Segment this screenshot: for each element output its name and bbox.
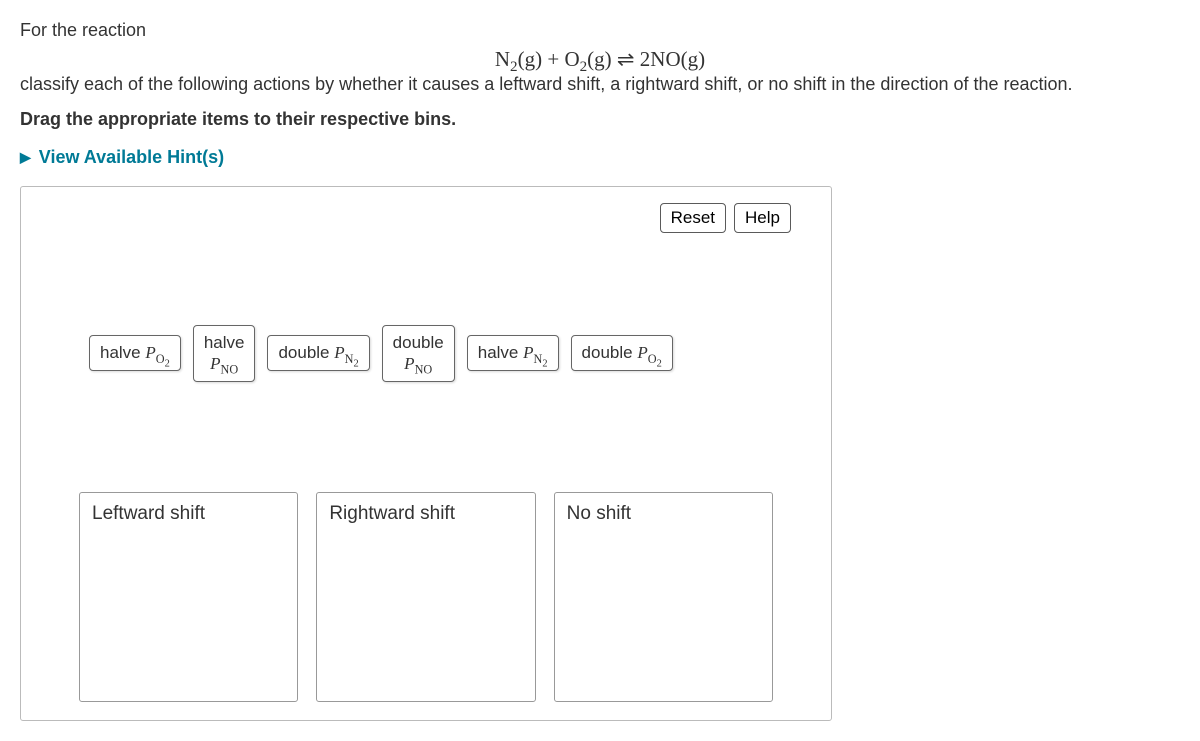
drag-p: P: [210, 354, 220, 373]
drag-sub: O2: [648, 352, 662, 366]
drag-p: P: [523, 343, 533, 362]
help-button[interactable]: Help: [734, 203, 791, 233]
drag-sub: N2: [534, 352, 548, 366]
bin-label: Rightward shift: [329, 503, 455, 524]
eq-r1-state: (g): [518, 47, 543, 71]
drag-action: double: [278, 343, 334, 362]
bins-row: Leftward shift Rightward shift No shift: [39, 492, 813, 702]
drag-item-halve-pn2[interactable]: halve PN2: [467, 335, 559, 371]
eq-plus: +: [542, 47, 564, 71]
bin-rightward-shift[interactable]: Rightward shift: [316, 492, 535, 702]
drag-sub: N2: [345, 352, 359, 366]
drag-p: P: [334, 343, 344, 362]
drag-p: P: [637, 343, 647, 362]
drag-action: halve: [478, 343, 523, 362]
hints-label: View Available Hint(s): [39, 147, 224, 168]
eq-r1: N: [495, 47, 510, 71]
drag-p: P: [404, 354, 414, 373]
eq-prod-coef: 2: [640, 47, 651, 71]
eq-arrow: ⇌: [612, 47, 640, 71]
intro-line-1: For the reaction: [20, 20, 1180, 41]
bin-leftward-shift[interactable]: Leftward shift: [79, 492, 298, 702]
reaction-equation: N2(g) + O2(g) ⇌ 2NO(g): [20, 47, 1180, 72]
reset-button[interactable]: Reset: [660, 203, 726, 233]
eq-r1-sub: 2: [510, 59, 518, 75]
eq-r2-state: (g): [587, 47, 612, 71]
drag-item-double-pn2[interactable]: double PN2: [267, 335, 369, 371]
workspace-buttons: Reset Help: [660, 203, 791, 233]
drag-action: halve: [204, 333, 245, 352]
eq-prod: NO: [650, 47, 680, 71]
drag-instruction: Drag the appropriate items to their resp…: [20, 109, 1180, 130]
drag-item-halve-pno[interactable]: halve PNO: [193, 325, 256, 382]
drag-action: double: [393, 333, 444, 352]
bin-label: Leftward shift: [92, 503, 205, 524]
view-hints-toggle[interactable]: ▶ View Available Hint(s): [20, 147, 224, 168]
eq-r2: O: [564, 47, 579, 71]
drag-workspace: Reset Help halve PO2 halvePNO double PN2…: [20, 186, 832, 721]
draggable-items-area: halve PO2 halvePNO double PN2 doublePNO …: [39, 325, 813, 382]
chevron-right-icon: ▶: [20, 149, 31, 166]
drag-item-halve-po2[interactable]: halve PO2: [89, 335, 181, 371]
eq-prod-state: (g): [681, 47, 706, 71]
drag-sub: NO: [220, 363, 238, 377]
bin-label: No shift: [567, 503, 631, 524]
bin-no-shift[interactable]: No shift: [554, 492, 773, 702]
drag-sub: NO: [415, 363, 433, 377]
drag-p: P: [145, 343, 155, 362]
drag-item-double-po2[interactable]: double PO2: [571, 335, 673, 371]
drag-action: double: [582, 343, 638, 362]
drag-action: halve: [100, 343, 145, 362]
intro-line-2: classify each of the following actions b…: [20, 74, 1180, 95]
drag-item-double-pno[interactable]: double PNO: [382, 325, 455, 382]
drag-sub: O2: [156, 352, 170, 366]
